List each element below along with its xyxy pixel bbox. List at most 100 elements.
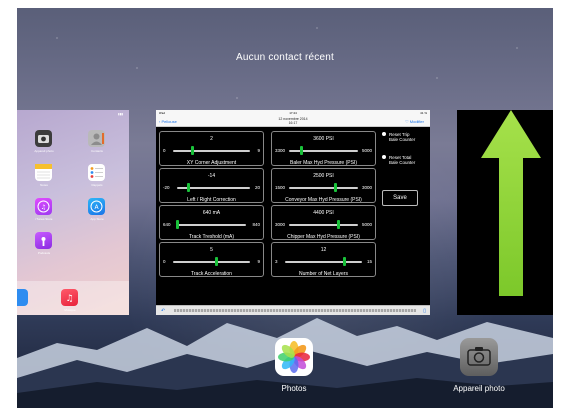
slider-max: 840	[252, 222, 260, 227]
slider-thumb[interactable]	[342, 257, 346, 266]
reset-trip-option[interactable]: Reset Trip Bale Counter	[382, 132, 428, 144]
photos-label: Photos	[281, 384, 307, 393]
app-label: Contacts	[91, 149, 103, 153]
app-label: Rappels	[91, 183, 103, 187]
slider-value: 5	[210, 247, 213, 253]
slider-label: Left / Right Correction	[187, 197, 236, 203]
option-line2: Bale Counter	[389, 137, 416, 142]
slider-value: 12	[320, 247, 327, 253]
share-icon[interactable]: ▯	[423, 308, 426, 314]
camera-app[interactable]: Appareil photo	[440, 338, 518, 393]
slider-track[interactable]	[289, 224, 358, 226]
slider-panel: 5 0 9 Track Acceleration	[159, 242, 264, 277]
home-screen-card[interactable]: ▮▮▮ Appareil photo Contacts Notes Rappel…	[17, 110, 129, 315]
slider-max: 3000	[361, 185, 372, 190]
slider-panel: 2500 PSI 1500 3000 Conveyor Max Hyd Pressur…	[271, 168, 376, 203]
slider-panel: -14 -20 20 Left / Right Correction	[159, 168, 264, 203]
slider-thumb[interactable]	[334, 183, 338, 192]
arrow-up-icon	[481, 110, 541, 296]
app-label: Musique	[64, 308, 76, 312]
slider-label: Track Treshold (mA)	[188, 234, 235, 240]
app-label: iTunes Store	[35, 217, 53, 221]
slider-value: 4400 PSI	[313, 210, 334, 216]
reminders-app-icon[interactable]	[88, 164, 105, 181]
slider-thumb[interactable]	[337, 220, 341, 229]
radio-icon[interactable]	[382, 132, 386, 136]
app-label: Podcasts	[37, 251, 51, 255]
app-label: Notes	[40, 183, 48, 187]
status-time: 17:44	[289, 111, 297, 115]
keyboard-strip: ↶ ▯	[156, 305, 430, 315]
slider-thumb[interactable]	[300, 146, 304, 155]
app-label: Appareil photo	[34, 149, 54, 153]
contacts-app-icon[interactable]	[88, 130, 105, 147]
slider-max: 9	[257, 148, 260, 153]
slider-thumb[interactable]	[175, 220, 179, 229]
slider-value: 2	[210, 136, 213, 142]
app-switcher-screen: Aucun contact récent ▮▮▮ Appareil photo …	[17, 8, 553, 408]
edit-button[interactable]: ♡ Modifier	[405, 119, 424, 124]
app-label: App Store	[90, 217, 104, 221]
svg-text:♫: ♫	[41, 204, 46, 211]
slider-min: 3	[275, 259, 278, 264]
slider-max: 9	[257, 259, 260, 264]
slider-label: Conveyor Max Hyd Pressure (PSI)	[285, 197, 362, 203]
photos-app[interactable]: Photos	[264, 338, 324, 393]
slider-min: 3300	[275, 148, 286, 153]
slider-track[interactable]	[173, 150, 250, 152]
slider-value: 2500 PSI	[313, 173, 334, 179]
slider-label: Number of Net Layers	[299, 271, 348, 277]
slider-min: 0	[163, 148, 166, 153]
notes-app-icon[interactable]	[35, 164, 52, 181]
save-button[interactable]: Save	[382, 190, 418, 206]
recent-contacts-text: Aucun contact récent	[236, 52, 334, 63]
slider-panel: 640 mA 640 840 Track Treshold (mA)	[159, 205, 264, 240]
slider-max: 15	[366, 259, 372, 264]
svg-text:A: A	[94, 204, 99, 211]
photos-app-icon[interactable]	[275, 338, 313, 376]
status-bar: ▮▮▮	[118, 112, 123, 116]
slider-max: 20	[254, 185, 260, 190]
slider-thumb[interactable]	[186, 183, 190, 192]
slider-label: Track Acceleration	[191, 271, 232, 277]
nav-subdate: 16:17	[288, 121, 298, 125]
reset-total-option[interactable]: Reset Total Bale Counter	[382, 155, 428, 167]
slider-thumb[interactable]	[191, 146, 195, 155]
home-dock: ♫ Musique	[17, 281, 129, 315]
app-store-app-icon[interactable]: A	[88, 198, 105, 215]
slider-max: 5000	[361, 222, 372, 227]
itunes-store-app-icon[interactable]: ♫	[35, 198, 52, 215]
slider-panel: 2 0 9 XY Corner Adjustment	[159, 131, 264, 166]
slider-track[interactable]	[173, 261, 250, 263]
keyboard-keys	[174, 309, 416, 312]
slider-min: -20	[163, 185, 170, 190]
slider-value: 3600 PSI	[313, 136, 334, 142]
blank-app-card[interactable]	[457, 110, 553, 315]
podcasts-app-icon[interactable]	[35, 232, 52, 249]
slider-panel: 3600 PSI 3300 5000 Baler Max Hyd Pressure (…	[271, 131, 376, 166]
undo-icon[interactable]: ↶	[161, 308, 165, 314]
slider-min: 0	[163, 259, 166, 264]
navigation-bar: ‹ Pellouse 12 novembre 2014 16:17 ♡ Modi…	[156, 116, 430, 127]
slider-value: -14	[207, 173, 216, 179]
slider-panel: 4400 PSI 3000 5000 Chipper Max Hyd Pressure…	[271, 205, 376, 240]
camera-app-icon[interactable]	[35, 130, 52, 147]
svg-text:♫: ♫	[65, 294, 73, 304]
slider-track[interactable]	[285, 261, 362, 263]
camera-app-icon[interactable]	[460, 338, 498, 376]
nav-title: 12 novembre 2014 16:17	[156, 117, 430, 125]
music-app-icon[interactable]: ♫	[61, 289, 78, 306]
safari-app-icon[interactable]	[17, 289, 28, 306]
radio-icon[interactable]	[382, 155, 386, 159]
slider-label: XY Corner Adjustment	[186, 160, 237, 166]
status-battery: 41 %	[420, 111, 427, 115]
slider-track[interactable]	[289, 187, 358, 189]
edit-label: Modifier	[409, 119, 424, 124]
slider-max: 5000	[361, 148, 372, 153]
active-app-card[interactable]: iPad 17:44 41 % ‹ Pellouse 12 novembre 2…	[156, 110, 430, 315]
slider-thumb[interactable]	[214, 257, 218, 266]
slider-panel: 12 3 15 Number of Net Layers	[271, 242, 376, 277]
option-line2: Bale Counter	[389, 160, 416, 165]
camera-label: Appareil photo	[453, 384, 505, 393]
slider-track[interactable]	[177, 224, 246, 226]
